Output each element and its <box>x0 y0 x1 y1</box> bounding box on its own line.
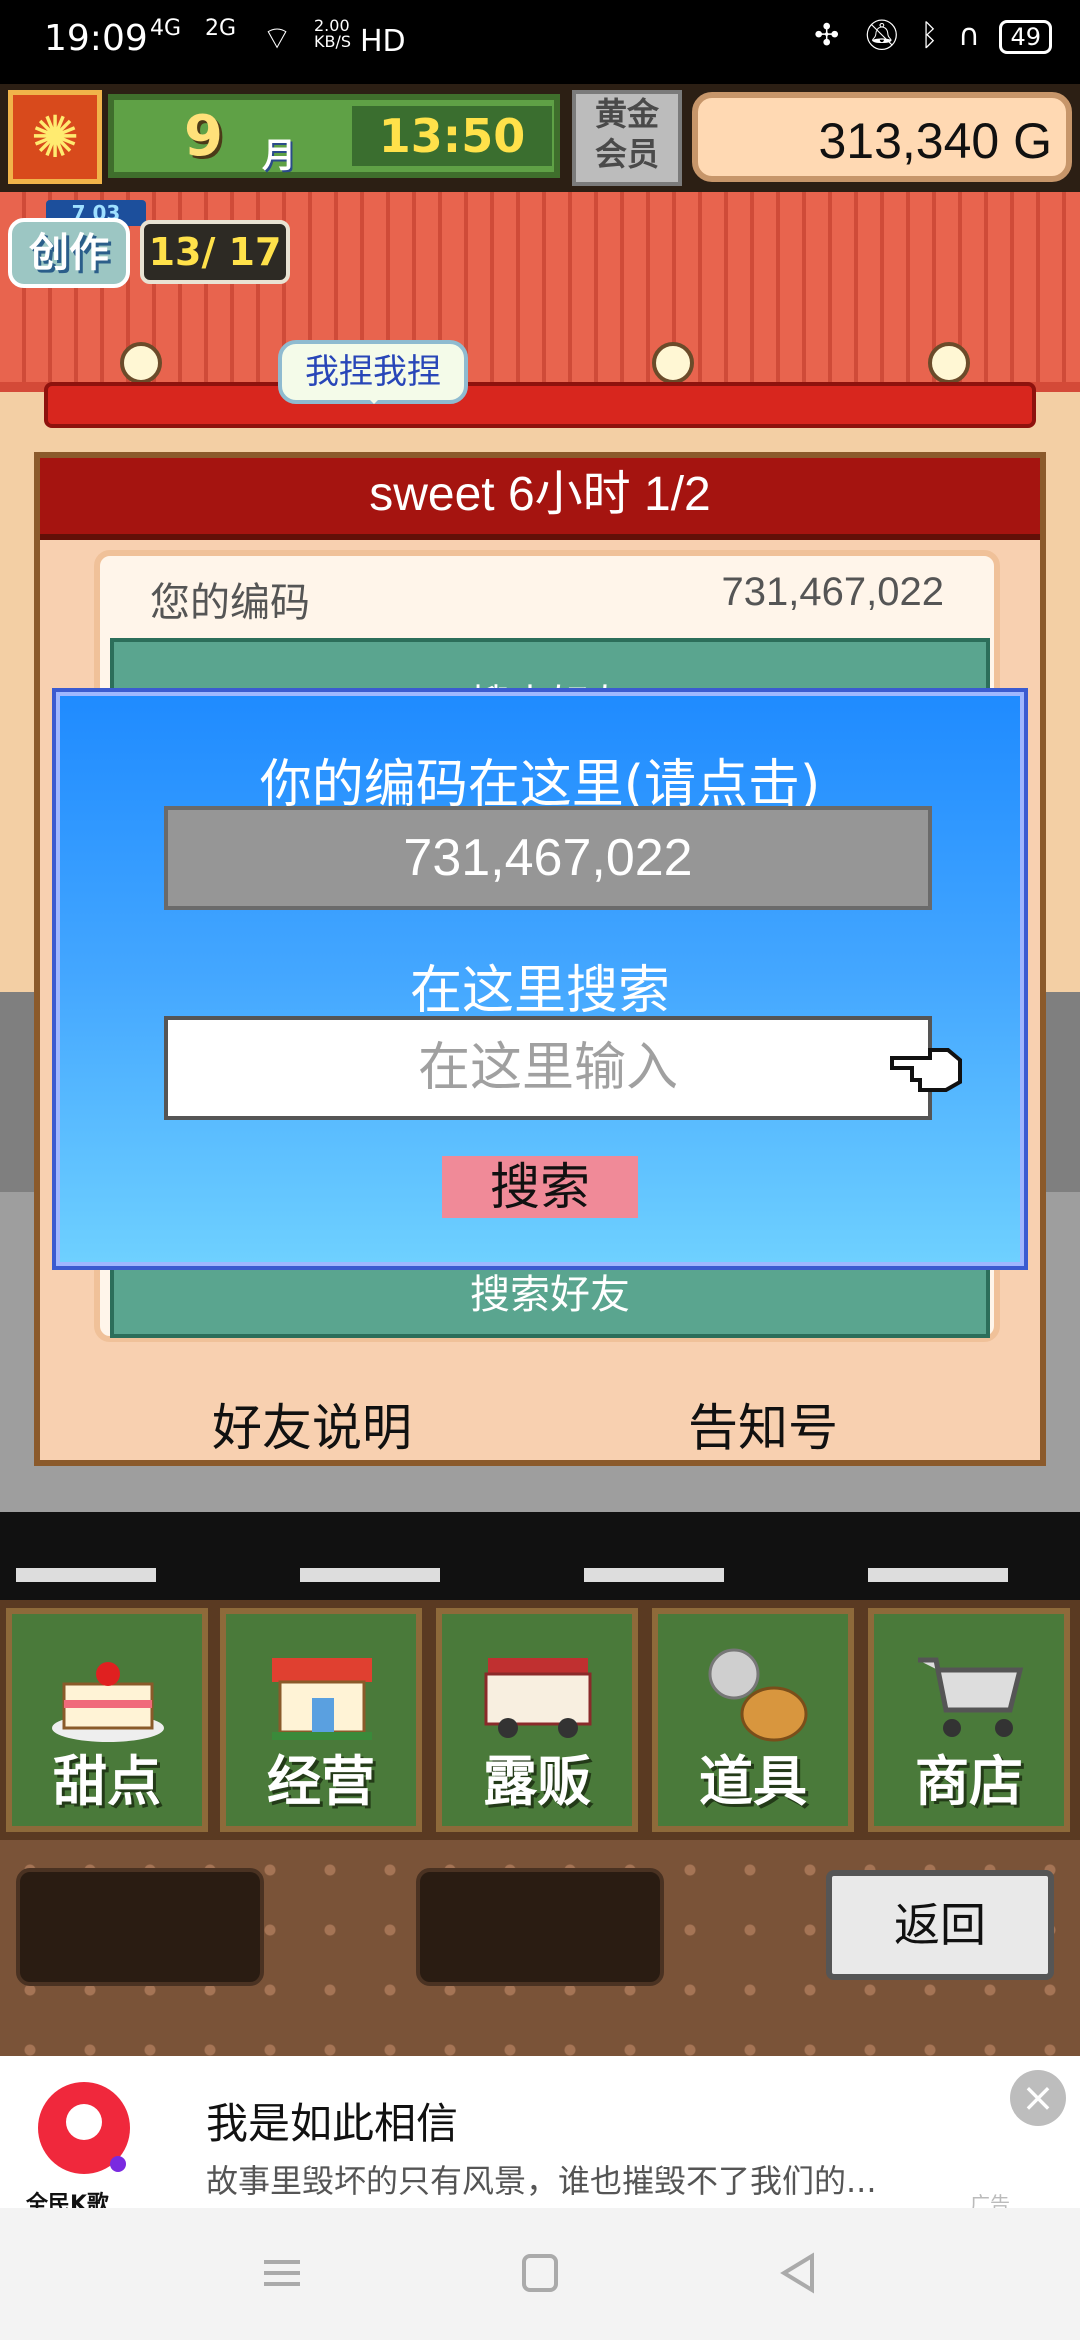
home-icon[interactable] <box>510 2248 570 2298</box>
wifi-icon: ⌔ <box>262 19 293 57</box>
menu-label: 甜点 <box>53 1750 161 1813</box>
back-icon[interactable] <box>768 2248 828 2298</box>
network-speed: 2.00 KB/S <box>314 16 352 51</box>
create-badge[interactable]: 7 03 创作 13/ 17 <box>8 200 294 296</box>
month-number: 9 <box>184 104 223 169</box>
search-dialog: 你的编码在这里(请点击) 731,467,022 在这里搜索 搜索 <box>56 692 1024 1266</box>
money-panel: 313,340 G <box>692 92 1072 182</box>
items-bag-icon <box>708 1648 808 1742</box>
road-marking <box>584 1568 724 1582</box>
status-right-icons: ✣ 🔕︎ ᛒ ∩ 49 <box>814 18 1052 54</box>
mute-icon: 🔕︎ <box>862 18 901 53</box>
bottom-menu: 甜点 经营 露贩 道具 商店 <box>0 1600 1080 1840</box>
road-marking <box>300 1568 440 1582</box>
month-label: 月 <box>262 136 296 176</box>
menu-item-dessert[interactable]: 甜点 <box>6 1608 208 1832</box>
lamp-icon <box>652 342 694 384</box>
money-amount: 313,340 G <box>818 113 1052 169</box>
return-button[interactable]: 返回 <box>826 1870 1054 1980</box>
menu-label: 经营 <box>267 1750 375 1813</box>
ad-description: 故事里毁坏的只有风景，谁也摧毁不了我们的... <box>206 2162 877 2200</box>
menu-item-manage[interactable]: 经营 <box>220 1608 422 1832</box>
menu-item-stall[interactable]: 露贩 <box>436 1608 638 1832</box>
gold-member-badge[interactable]: 黄金 会员 <box>572 90 682 186</box>
search-friend-label: 搜索好友 <box>470 1272 630 1318</box>
system-nav-bar <box>0 2208 1080 2340</box>
menu-icon[interactable] <box>252 2248 312 2298</box>
menu-label: 道具 <box>699 1750 807 1813</box>
menu-item-store[interactable]: 商店 <box>868 1608 1070 1832</box>
road-marking <box>16 1568 156 1582</box>
search-label: 在这里搜索 <box>409 961 670 1021</box>
hd-indicator: HD <box>360 24 406 59</box>
signal-2g-icon: 2G <box>205 16 237 41</box>
lamp-icon <box>120 342 162 384</box>
menu-item-items[interactable]: 道具 <box>652 1608 854 1832</box>
search-input[interactable] <box>164 1016 932 1120</box>
code-value: 731,467,022 <box>721 570 944 614</box>
notice-link[interactable]: 告知号 <box>688 1388 838 1460</box>
friend-info-link[interactable]: 好友说明 <box>212 1388 412 1460</box>
status-bar: 19:09 4G 2G ⌔ 2.00 KB/S HD ✣ 🔕︎ ᛒ ∩ 49 <box>0 0 1080 84</box>
status-time: 19:09 <box>44 18 148 59</box>
shop-sign-bar <box>44 382 1036 428</box>
game-hud: ✺ 9 月 13:50 黄金 会员 313,340 G <box>0 84 1080 192</box>
food-truck-icon <box>484 1658 592 1738</box>
gamepad-icon: ✣ <box>814 18 840 53</box>
ad-banner[interactable]: 全民K歌 我是如此相信 故事里毁坏的只有风景，谁也摧毁不了我们的... × 广告 <box>0 2056 1080 2217</box>
maple-leaf-icon[interactable]: ✺ <box>8 90 102 184</box>
bottom-panel: 返回 <box>0 1840 1080 2056</box>
panel-title: sweet 6小时 1/2 <box>40 458 1040 540</box>
cart-icon <box>918 1657 1024 1737</box>
close-icon[interactable]: × <box>1010 2070 1066 2126</box>
lamp-icon <box>928 342 970 384</box>
cake-icon <box>52 1662 164 1742</box>
kge-logo-icon <box>38 2082 130 2174</box>
gold-member-label: 黄金 会员 <box>594 95 659 173</box>
signal-4g-icon: 4G <box>150 16 182 41</box>
headphones-icon: ∩ <box>957 18 980 53</box>
pointing-hand-icon <box>890 1048 962 1092</box>
bluetooth-icon: ᛒ <box>920 18 939 53</box>
my-code-box[interactable]: 731,467,022 <box>164 806 932 910</box>
shop-icon <box>272 1658 372 1740</box>
game-clock: 13:50 <box>352 106 552 166</box>
create-label: 创作 <box>8 218 130 288</box>
ad-title: 我是如此相信 <box>206 2099 459 2148</box>
menu-label: 露贩 <box>483 1750 591 1813</box>
empty-slot <box>16 1868 264 1986</box>
road-marking <box>868 1568 1008 1582</box>
battery-icon: 49 <box>999 20 1052 54</box>
empty-slot <box>416 1868 664 1986</box>
create-count: 13/ 17 <box>140 220 290 284</box>
menu-label: 商店 <box>915 1750 1023 1813</box>
date-panel: 9 月 13:50 <box>108 94 560 178</box>
code-label: 您的编码 <box>150 580 310 626</box>
speech-bubble[interactable]: 我捏我捏 <box>278 340 468 404</box>
search-button[interactable]: 搜索 <box>442 1156 638 1218</box>
